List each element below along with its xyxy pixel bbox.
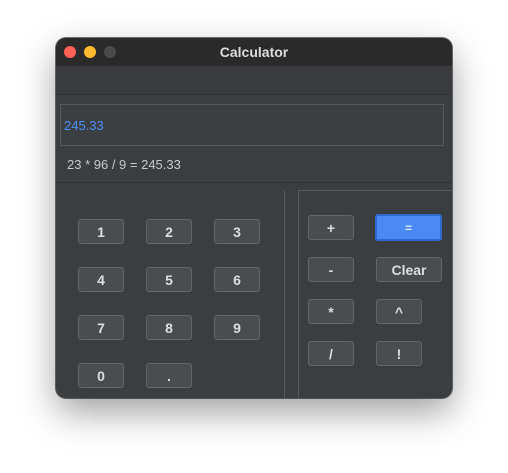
minus-button[interactable]: - — [308, 257, 354, 282]
expression-label: 23 * 96 / 9 = 245.33 — [67, 157, 181, 172]
digit-7-button[interactable]: 7 — [78, 315, 124, 340]
equals-button[interactable]: = — [375, 214, 442, 241]
result-value: 245.33 — [64, 118, 104, 133]
digit-6-button[interactable]: 6 — [214, 267, 260, 292]
multiply-button[interactable]: * — [308, 299, 354, 324]
digit-3-button[interactable]: 3 — [214, 219, 260, 244]
decimal-point-button[interactable]: . — [146, 363, 192, 388]
digit-8-button[interactable]: 8 — [146, 315, 192, 340]
panel-divider — [299, 190, 452, 191]
result-display[interactable]: 245.33 — [60, 104, 444, 146]
plus-button[interactable]: + — [308, 215, 354, 240]
toolbar — [56, 66, 452, 95]
power-button[interactable]: ^ — [376, 299, 422, 324]
clear-button[interactable]: Clear — [376, 257, 442, 282]
factorial-button[interactable]: ! — [376, 341, 422, 366]
title-bar[interactable]: Calculator — [56, 38, 452, 66]
digit-1-button[interactable]: 1 — [78, 219, 124, 244]
panel-divider — [298, 190, 299, 398]
divide-button[interactable]: / — [308, 341, 354, 366]
window-title: Calculator — [219, 44, 289, 60]
digit-9-button[interactable]: 9 — [214, 315, 260, 340]
calculator-window: Calculator 245.33 23 * 96 / 9 = 245.33 1… — [56, 38, 452, 398]
digit-5-button[interactable]: 5 — [146, 267, 192, 292]
digit-4-button[interactable]: 4 — [78, 267, 124, 292]
digit-0-button[interactable]: 0 — [78, 363, 124, 388]
divider — [56, 182, 452, 183]
digit-2-button[interactable]: 2 — [146, 219, 192, 244]
panel-divider — [284, 190, 285, 398]
